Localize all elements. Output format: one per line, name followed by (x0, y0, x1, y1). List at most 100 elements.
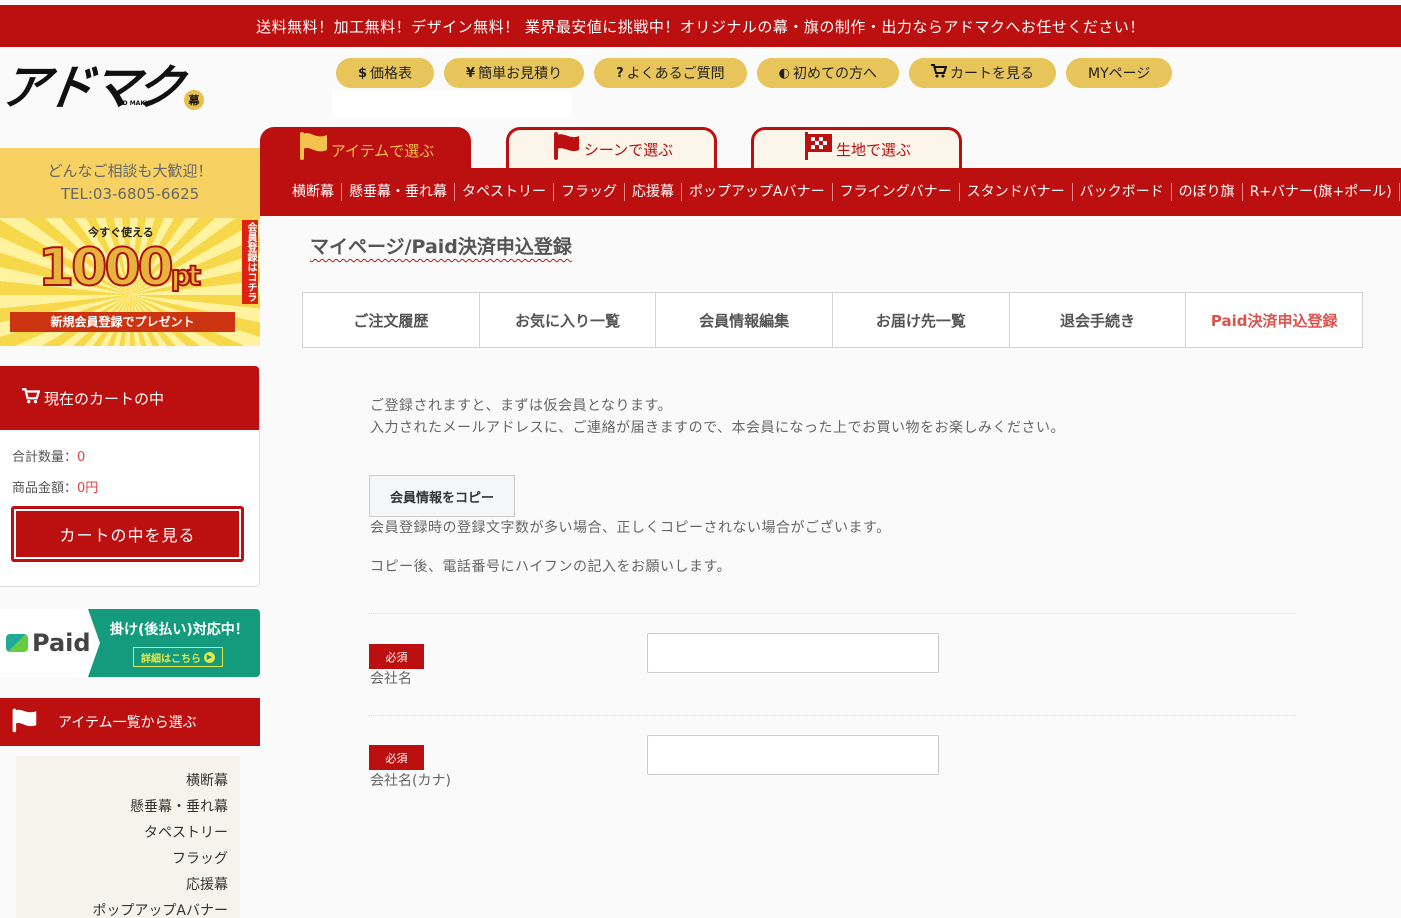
page: 送料無料！加工無料！デザイン無料！ 業界最安値に挑戦中！オリジナルの幕・旗の制作… (0, 0, 1401, 918)
cart-quantity-label: 合計数量： (12, 450, 78, 465)
nav-item[interactable]: 横断幕 (288, 183, 342, 201)
company-name-input[interactable] (647, 633, 939, 673)
tab-scene-label: シーンで選ぶ (583, 141, 674, 159)
item-list: 横断幕 懸垂幕・垂れ幕 タペストリー フラッグ 応援幕 ポップアップAバナー (16, 756, 240, 918)
cart-summary-header: 現在のカートの中 (0, 366, 259, 430)
site-logo[interactable]: アドマク 幕 AD MAKU (0, 52, 262, 116)
hyphen-note: コピー後、電話番号にハイフンの記入をお願いします。 (370, 559, 732, 575)
cart-quantity-value: 0 (77, 450, 86, 465)
faq-button[interactable]: ? よくあるご質問 (594, 58, 747, 88)
company-name-kana-input[interactable] (647, 735, 939, 775)
estimate-label: 簡単お見積り (478, 66, 563, 82)
nav-item[interactable]: R+バナー(旗+ポール) (1243, 183, 1400, 201)
tab-withdraw[interactable]: 退会手続き (1010, 293, 1187, 347)
nav-item[interactable]: ポップアップAバナー (682, 183, 833, 201)
nav-item[interactable]: スタンドバナー (960, 183, 1073, 201)
page-title: マイページ/Paid決済申込登録 (310, 236, 572, 258)
tab-scene[interactable]: シーンで選ぶ (506, 127, 717, 169)
intro-line: ご登録されますと、まずは仮会員となります。 (370, 398, 673, 414)
contact-phone: TEL:03-6805-6625 (60, 185, 200, 203)
tab-item[interactable]: アイテムで選ぶ (260, 127, 471, 173)
logo-text: アドマク (0, 60, 186, 116)
required-badge: 必須 (369, 745, 424, 770)
divider (368, 715, 1296, 716)
contact-message: どんなご相談も大歓迎！ (47, 162, 213, 180)
flag-icon (297, 130, 327, 160)
item-list-link[interactable]: タペストリー (16, 820, 240, 846)
cart-quantity: 合計数量：0 (0, 446, 259, 465)
promo-amount: 1000pt (37, 237, 203, 299)
cart-summary-title: 現在のカートの中 (44, 389, 165, 408)
mypage-label: MYページ (1087, 66, 1151, 82)
tab-paid-registration[interactable]: Paid決済申込登録 (1186, 293, 1362, 347)
required-badge: 必須 (369, 644, 424, 669)
play-circle-icon: ▶ (204, 651, 215, 663)
item-list-link[interactable]: ポップアップAバナー (16, 898, 240, 918)
item-list-link[interactable]: 懸垂幕・垂れ幕 (16, 794, 240, 820)
tab-delivery-addresses[interactable]: お届け先一覧 (833, 293, 1010, 347)
nav-item[interactable]: のぼり旗 (1172, 183, 1243, 201)
item-list-link[interactable]: 応援幕 (16, 872, 240, 898)
divider (368, 613, 1296, 614)
estimate-button[interactable]: ¥ 簡単お見積り (444, 58, 585, 88)
shield-icon: ◐ (778, 65, 790, 81)
signup-promo-banner[interactable]: 今すぐ使える 1000pt 新規会員登録でプレゼント 会員登録はコチラ (0, 218, 260, 346)
tab-fabric[interactable]: 生地で選ぶ (751, 127, 962, 169)
paid-detail-link: 詳細はこちら ▶ (133, 647, 223, 667)
paid-brand: Paid (32, 629, 91, 657)
nav-item[interactable]: フラッグ (554, 183, 625, 201)
item-list-link[interactable]: 横断幕 (16, 768, 240, 794)
price-list-label: 価格表 (370, 66, 413, 82)
header-blank-area (332, 90, 572, 118)
promo-amount-number: 1000 (37, 237, 175, 299)
copy-member-info-button[interactable]: 会員情報をコピー (369, 475, 515, 517)
view-cart-contents-label: カートの中を見る (14, 509, 241, 559)
nav-item[interactable]: バックボード (1073, 183, 1172, 201)
money-bag-icon: $ (358, 65, 368, 81)
checkered-flag-icon (802, 130, 832, 160)
tab-item-label: アイテムで選ぶ (330, 141, 435, 160)
faq-label: よくあるご質問 (626, 66, 725, 82)
mypage-tabs: ご注文履歴 お気に入り一覧 会員情報編集 お届け先一覧 退会手続き Paid決済… (302, 292, 1363, 348)
cart-amount-value: 0円 (77, 481, 99, 496)
company-name-label: 会社名 (370, 671, 412, 687)
flag-icon (550, 130, 580, 160)
item-list-link[interactable]: フラッグ (16, 846, 240, 872)
nav-item[interactable]: 懸垂幕・垂れ幕 (342, 183, 455, 201)
company-name-kana-label: 会社名(カナ) (370, 773, 451, 789)
yen-icon: ¥ (466, 65, 476, 81)
cart-summary: 現在のカートの中 合計数量：0 商品金額：0円 カートの中を見る (0, 366, 260, 587)
first-time-button[interactable]: ◐ 初めての方へ (756, 58, 899, 88)
paid-logo: Paid (0, 609, 100, 677)
cart-icon (22, 388, 41, 408)
tab-favorites[interactable]: お気に入り一覧 (480, 293, 657, 347)
view-cart-label: カートを見る (949, 66, 1034, 82)
nav-item[interactable]: タペストリー (455, 183, 554, 201)
intro-text: ご登録されますと、まずは仮会員となります。 入力されたメールアドレスに、ご連絡が… (370, 395, 1065, 439)
cart-amount: 商品金額：0円 (0, 477, 259, 496)
intro-line: 入力されたメールアドレスに、ご連絡が届きますので、本会員になった上でお買い物をお… (370, 420, 1066, 436)
tab-order-history[interactable]: ご注文履歴 (303, 293, 480, 347)
nav-item[interactable]: 応援幕 (625, 183, 682, 201)
contact-box: どんなご相談も大歓迎！ TEL:03-6805-6625 (0, 148, 260, 218)
logo-subtext: AD MAKU (118, 100, 150, 107)
logo-badge: 幕 (184, 90, 205, 110)
price-list-button[interactable]: $ 価格表 (336, 58, 435, 88)
announcement-text: 送料無料！加工無料！デザイン無料！ 業界最安値に挑戦中！オリジナルの幕・旗の制作… (256, 17, 1145, 36)
promo-amount-unit: pt (170, 258, 203, 293)
item-list-header: アイテム一覧から選ぶ (0, 698, 260, 746)
item-list-title: アイテム一覧から選ぶ (58, 715, 197, 731)
tab-edit-profile[interactable]: 会員情報編集 (656, 293, 834, 347)
view-cart-button[interactable]: カートを見る (908, 58, 1056, 88)
header-buttons: $ 価格表 ¥ 簡単お見積り ? よくあるご質問 ◐ 初めての方へ カートを見る… (336, 58, 1173, 88)
mypage-button[interactable]: MYページ (1065, 58, 1173, 88)
flag-icon (10, 706, 38, 738)
nav-item[interactable]: フライングバナー (833, 183, 960, 201)
copy-note: 会員登録時の登録文字数が多い場合、正しくコピーされない場合がございます。 (370, 520, 891, 536)
view-cart-contents-button[interactable]: カートの中を見る (11, 506, 244, 562)
promo-ribbon: 新規会員登録でプレゼント (10, 312, 235, 332)
question-circle-icon: ? (616, 65, 624, 81)
paid-banner[interactable]: Paid 掛け(後払い)対応中！ 詳細はこちら ▶ (0, 609, 260, 677)
cart-icon (930, 64, 948, 82)
cart-amount-label: 商品金額： (12, 481, 78, 496)
